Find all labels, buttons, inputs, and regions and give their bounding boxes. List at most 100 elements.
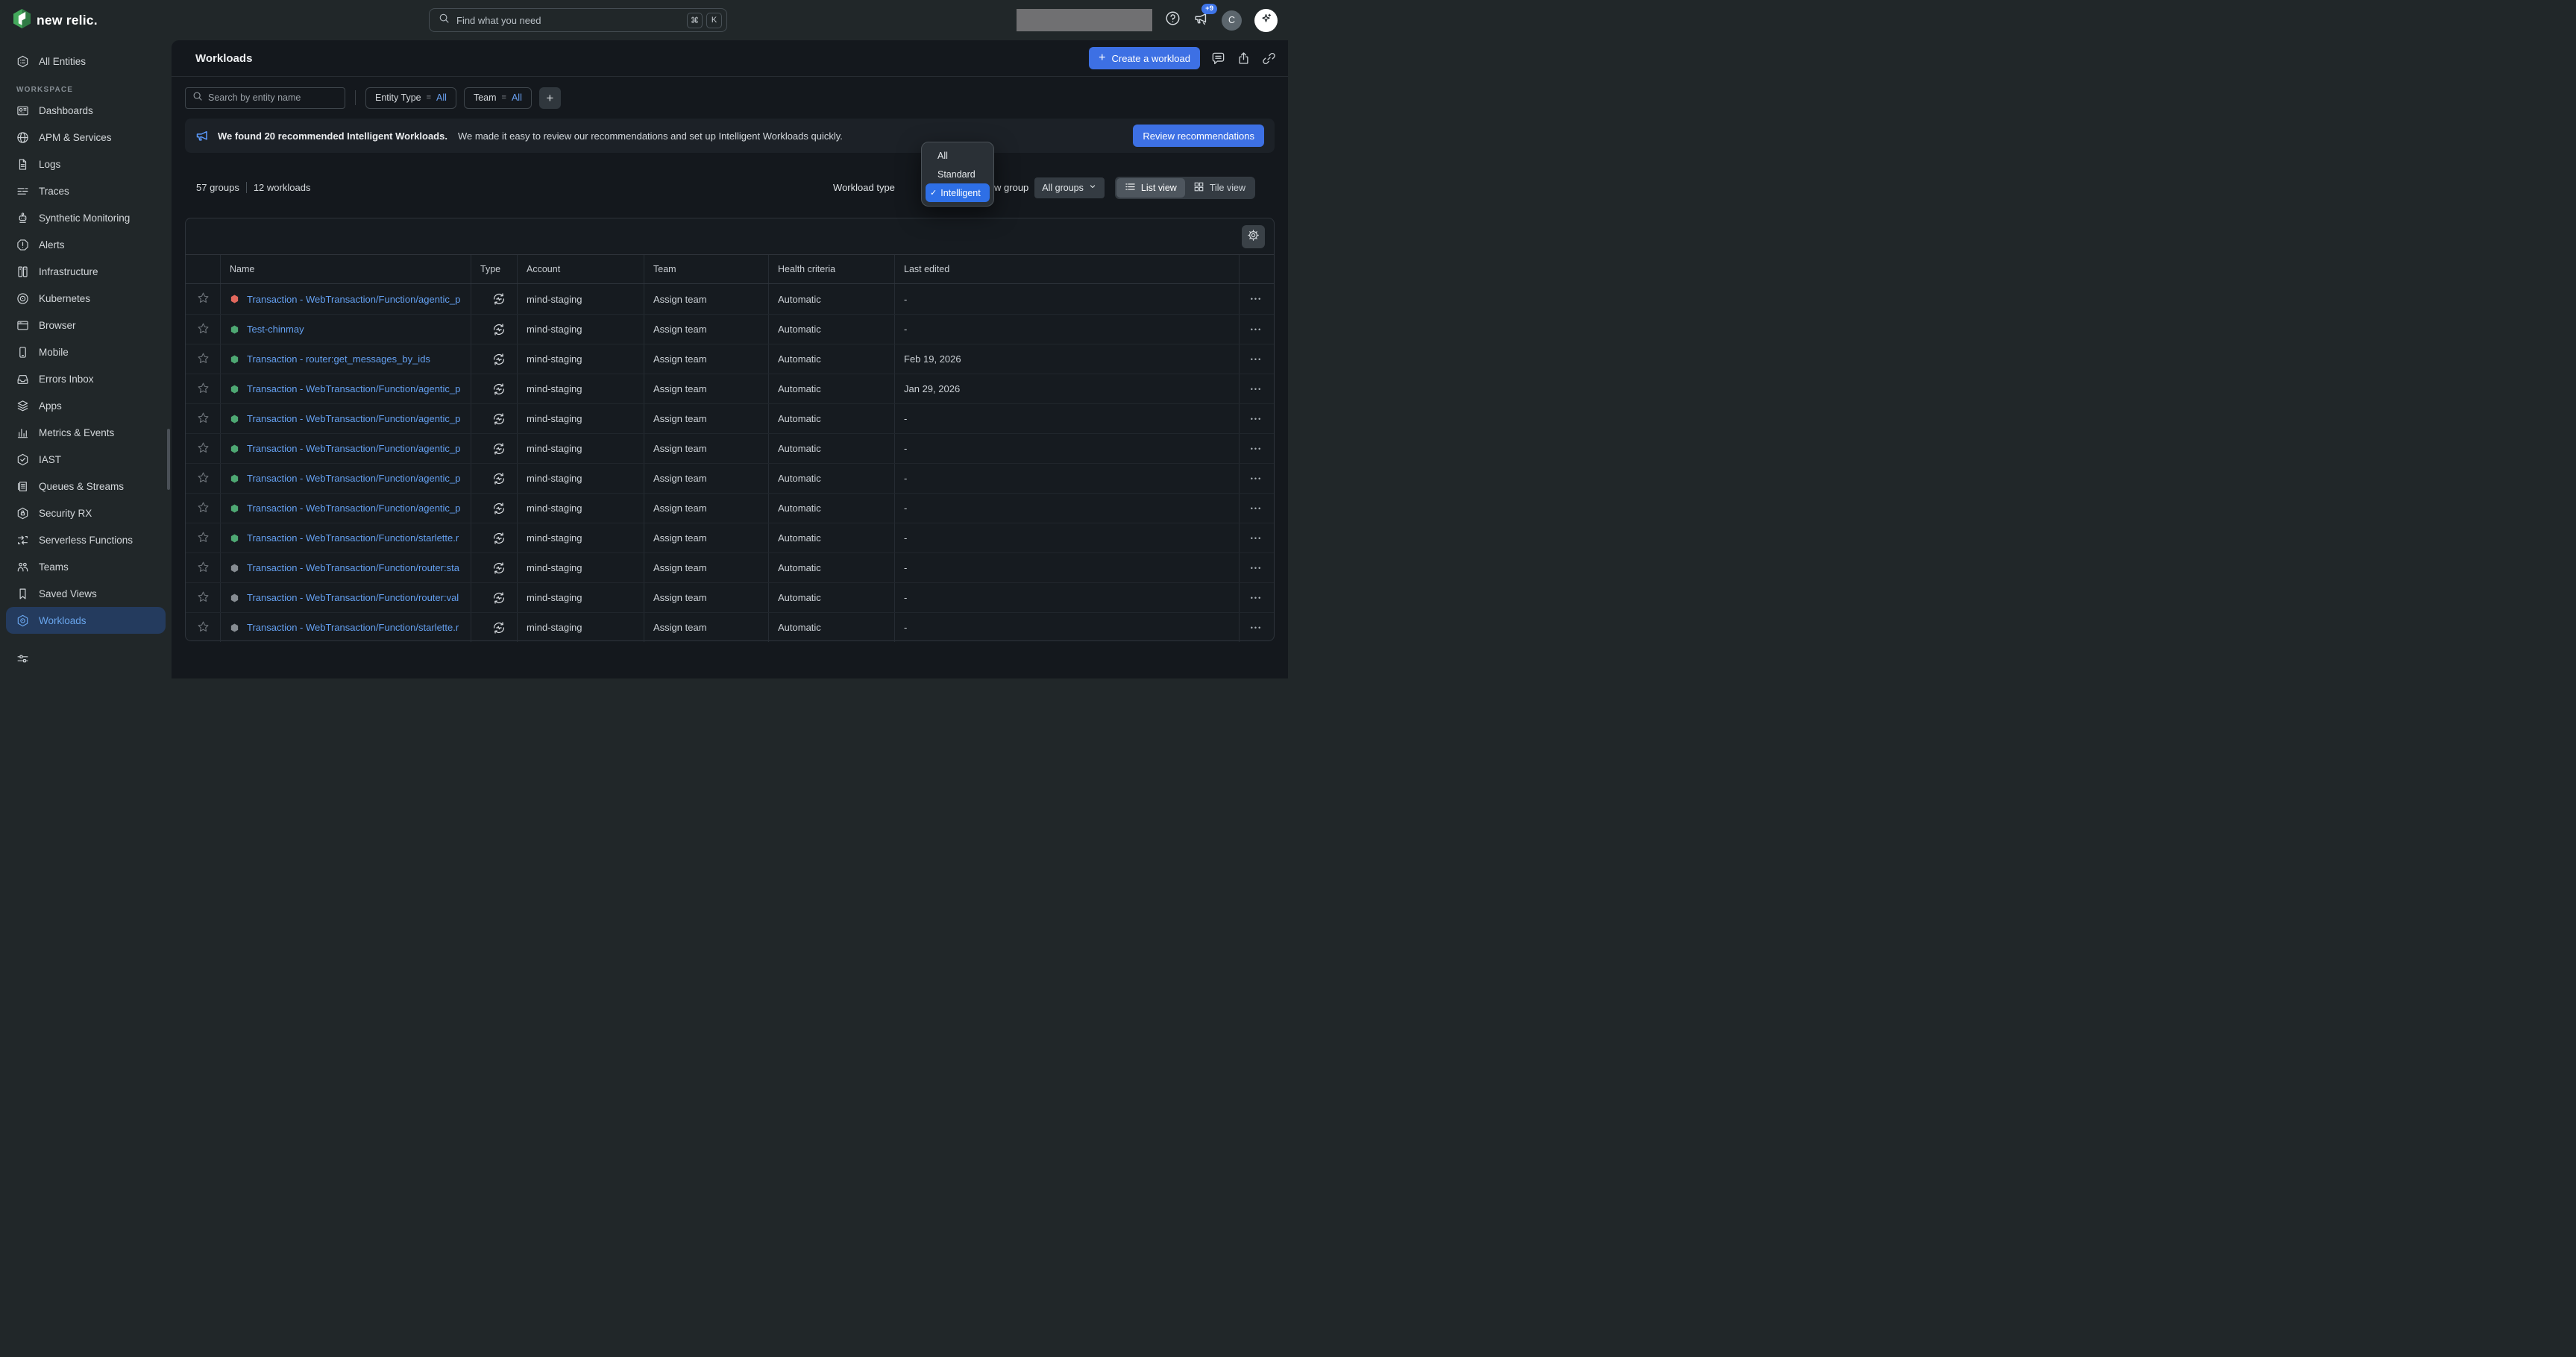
column-header-name[interactable]: Name xyxy=(220,255,471,283)
row-menu-button[interactable]: ••• xyxy=(1239,464,1273,493)
sidebar-item-errors-inbox[interactable]: Errors Inbox xyxy=(0,365,172,392)
favorite-star-button[interactable] xyxy=(186,374,220,403)
sidebar-item-kubernetes[interactable]: Kubernetes xyxy=(0,285,172,312)
assign-team-action[interactable]: Assign team xyxy=(644,494,768,523)
favorite-star-button[interactable] xyxy=(186,315,220,344)
assign-team-action[interactable]: Assign team xyxy=(644,523,768,552)
announcements-button[interactable]: +9 xyxy=(1193,10,1209,30)
global-search-input[interactable]: Find what you need ⌘ K xyxy=(429,8,727,32)
column-header-team[interactable]: Team xyxy=(644,255,768,283)
row-menu-button[interactable]: ••• xyxy=(1239,434,1273,463)
new-relic-logo[interactable]: new relic. xyxy=(13,9,98,32)
show-group-select[interactable]: All groups xyxy=(1034,177,1105,198)
assign-team-action[interactable]: Assign team xyxy=(644,464,768,493)
sidebar-item-apm-services[interactable]: APM & Services xyxy=(0,124,172,151)
workload-type-option-standard[interactable]: Standard xyxy=(926,165,990,183)
column-header-type[interactable]: Type xyxy=(471,255,517,283)
assign-team-action[interactable]: Assign team xyxy=(644,315,768,344)
sidebar-item-traces[interactable]: Traces xyxy=(0,177,172,204)
table-settings-button[interactable] xyxy=(1242,225,1265,248)
favorite-star-button[interactable] xyxy=(186,583,220,612)
favorite-star-button[interactable] xyxy=(186,494,220,523)
assign-team-action[interactable]: Assign team xyxy=(644,374,768,403)
sidebar-item-alerts[interactable]: Alerts xyxy=(0,231,172,258)
assign-team-action[interactable]: Assign team xyxy=(644,613,768,642)
permalink-button[interactable] xyxy=(1262,51,1276,66)
feedback-button[interactable] xyxy=(1211,51,1225,66)
help-button[interactable] xyxy=(1165,10,1181,30)
row-menu-button[interactable]: ••• xyxy=(1239,583,1273,612)
assign-team-action[interactable]: Assign team xyxy=(644,284,768,314)
sidebar-item-saved-views[interactable]: Saved Views xyxy=(0,580,172,607)
favorite-star-button[interactable] xyxy=(186,344,220,374)
sidebar-item-logs[interactable]: Logs xyxy=(0,151,172,177)
workload-name-link[interactable]: Transaction - WebTransaction/Function/ag… xyxy=(247,443,460,454)
sidebar-item-mobile[interactable]: Mobile xyxy=(0,339,172,365)
sidebar-item-apps[interactable]: Apps xyxy=(0,392,172,419)
team-filter[interactable]: Team = All xyxy=(464,87,532,109)
row-menu-button[interactable]: ••• xyxy=(1239,404,1273,433)
sidebar-scrollbar[interactable] xyxy=(167,429,170,490)
sidebar-item-metrics-events[interactable]: Metrics & Events xyxy=(0,419,172,446)
row-menu-button[interactable]: ••• xyxy=(1239,374,1273,403)
account-name-redacted xyxy=(1017,9,1152,31)
sidebar-item-teams[interactable]: Teams xyxy=(0,553,172,580)
list-view-toggle[interactable]: List view xyxy=(1116,178,1185,198)
workload-name-link[interactable]: Transaction - WebTransaction/Function/ag… xyxy=(247,503,460,514)
workload-name-link[interactable]: Transaction - WebTransaction/Function/ag… xyxy=(247,383,460,394)
workload-name-link[interactable]: Transaction - WebTransaction/Function/st… xyxy=(247,622,459,633)
sidebar-item-serverless-functions[interactable]: Serverless Functions xyxy=(0,526,172,553)
sidebar-item-all-entities[interactable]: All Entities xyxy=(0,48,172,75)
sidebar-item-synthetic-monitoring[interactable]: Synthetic Monitoring xyxy=(0,204,172,231)
assign-team-action[interactable]: Assign team xyxy=(644,434,768,463)
entity-type-filter[interactable]: Entity Type = All xyxy=(365,87,456,109)
favorite-star-button[interactable] xyxy=(186,523,220,552)
workload-type-option-intelligent[interactable]: ✓Intelligent xyxy=(926,183,990,202)
column-header-account[interactable]: Account xyxy=(517,255,644,283)
add-filter-button[interactable]: + xyxy=(539,87,561,109)
sidebar-item-dashboards[interactable]: Dashboards xyxy=(0,97,172,124)
column-header-health[interactable]: Health criteria xyxy=(768,255,894,283)
sidebar-item-workloads[interactable]: Workloads xyxy=(6,607,166,634)
favorite-star-button[interactable] xyxy=(186,404,220,433)
tile-view-toggle[interactable]: Tile view xyxy=(1185,178,1254,198)
create-workload-button[interactable]: + Create a workload xyxy=(1089,47,1200,69)
workload-name-link[interactable]: Transaction - WebTransaction/Function/ag… xyxy=(247,413,460,424)
user-avatar[interactable]: C xyxy=(1222,10,1242,31)
row-menu-button[interactable]: ••• xyxy=(1239,344,1273,374)
row-menu-button[interactable]: ••• xyxy=(1239,284,1273,314)
sidebar-item-browser[interactable]: Browser xyxy=(0,312,172,339)
favorite-star-button[interactable] xyxy=(186,613,220,642)
workload-name-link[interactable]: Transaction - WebTransaction/Function/ro… xyxy=(247,562,459,573)
favorite-star-button[interactable] xyxy=(186,553,220,582)
workload-name-link[interactable]: Test-chinmay xyxy=(247,324,304,335)
row-menu-button[interactable]: ••• xyxy=(1239,315,1273,344)
workload-type-option-all[interactable]: All xyxy=(926,146,990,165)
row-menu-button[interactable]: ••• xyxy=(1239,494,1273,523)
workload-name-link[interactable]: Transaction - WebTransaction/Function/st… xyxy=(247,532,459,544)
favorite-star-button[interactable] xyxy=(186,464,220,493)
assign-team-action[interactable]: Assign team xyxy=(644,583,768,612)
sidebar-item-infrastructure[interactable]: Infrastructure xyxy=(0,258,172,285)
ai-assistant-button[interactable] xyxy=(1254,9,1278,32)
sidebar-item-iast[interactable]: IAST xyxy=(0,446,172,473)
favorite-star-button[interactable] xyxy=(186,284,220,314)
workload-name-link[interactable]: Transaction - WebTransaction/Function/ag… xyxy=(247,294,460,305)
row-menu-button[interactable]: ••• xyxy=(1239,523,1273,552)
favorite-star-button[interactable] xyxy=(186,434,220,463)
row-menu-button[interactable]: ••• xyxy=(1239,553,1273,582)
entity-search-input[interactable]: Search by entity name xyxy=(185,87,345,109)
share-button[interactable] xyxy=(1237,51,1251,66)
sidebar-item-queues-streams[interactable]: Queues & Streams xyxy=(0,473,172,500)
sidebar-settings-button[interactable] xyxy=(16,652,29,669)
workload-name-link[interactable]: Transaction - router:get_messages_by_ids xyxy=(247,353,430,365)
assign-team-action[interactable]: Assign team xyxy=(644,553,768,582)
column-header-last-edited[interactable]: Last edited xyxy=(894,255,1239,283)
sidebar-item-security-rx[interactable]: Security RX xyxy=(0,500,172,526)
workload-name-link[interactable]: Transaction - WebTransaction/Function/ag… xyxy=(247,473,460,484)
row-menu-button[interactable]: ••• xyxy=(1239,613,1273,642)
assign-team-action[interactable]: Assign team xyxy=(644,344,768,374)
review-recommendations-button[interactable]: Review recommendations xyxy=(1133,125,1264,147)
workload-name-link[interactable]: Transaction - WebTransaction/Function/ro… xyxy=(247,592,459,603)
assign-team-action[interactable]: Assign team xyxy=(644,404,768,433)
